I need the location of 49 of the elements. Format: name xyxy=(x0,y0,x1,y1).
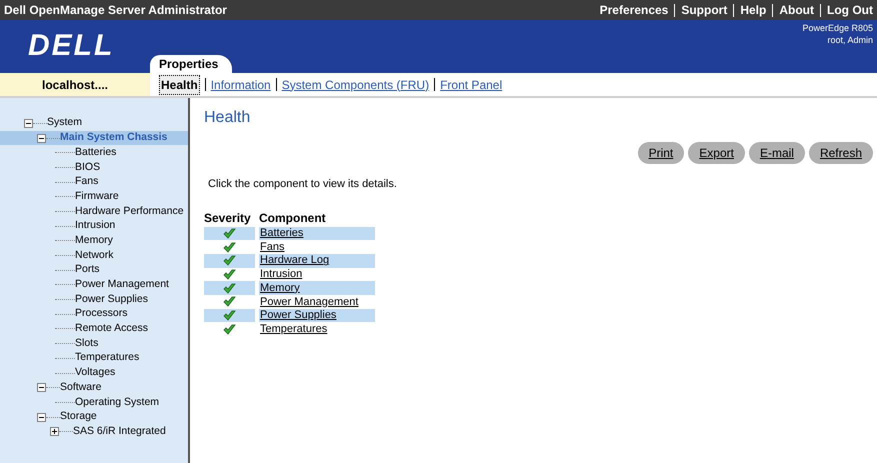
tree-item[interactable]: Power Supplies xyxy=(75,292,148,308)
user-name: root, Admin xyxy=(827,34,873,46)
tree-item[interactable]: BIOS xyxy=(75,160,100,176)
collapse-icon[interactable] xyxy=(37,134,46,143)
tree-item[interactable]: Operating System xyxy=(75,394,160,410)
subtab[interactable]: Health xyxy=(159,74,200,94)
tree-item[interactable]: Hardware Performance xyxy=(75,204,184,220)
tree-item[interactable]: Voltages xyxy=(75,365,116,381)
host-name[interactable]: localhost.... xyxy=(42,76,108,94)
action-button[interactable]: Refresh xyxy=(808,142,873,164)
tree-item[interactable]: System xyxy=(47,115,82,132)
subtab[interactable]: Front Panel xyxy=(440,76,502,94)
window-title: Dell OpenManage Server Administrator xyxy=(4,2,227,19)
tree-item[interactable]: Ports xyxy=(75,262,100,278)
tree-item[interactable]: Intrusion xyxy=(75,218,116,234)
instructions: Click the component to view its details. xyxy=(208,177,398,192)
action-button[interactable]: E-mail xyxy=(748,142,805,164)
tree-item[interactable]: Slots xyxy=(75,336,98,352)
subtab[interactable]: System Components (FRU) xyxy=(282,76,430,94)
column-header: Component xyxy=(259,210,326,226)
tree-item[interactable]: Fans xyxy=(75,174,98,190)
top-link[interactable]: Preferences xyxy=(600,1,668,19)
tree-item[interactable]: Memory xyxy=(75,232,113,249)
tree-item[interactable]: SAS 6/iR Integrated xyxy=(73,424,166,440)
tree-item[interactable]: Software xyxy=(60,380,102,396)
top-link[interactable]: Help xyxy=(740,1,766,19)
column-header: Severity xyxy=(204,210,252,226)
logo: DELL xyxy=(28,28,114,64)
collapse-icon[interactable] xyxy=(24,118,33,128)
page-title: Health xyxy=(204,108,252,128)
properties-tab[interactable]: Properties xyxy=(150,55,232,73)
action-button[interactable]: Export xyxy=(688,142,745,164)
tree-item[interactable]: Firmware xyxy=(75,188,119,205)
expand-icon[interactable] xyxy=(50,427,59,436)
tree-item[interactable]: Network xyxy=(75,248,114,264)
tree-item[interactable]: Storage xyxy=(60,409,97,425)
server-model: PowerEdge R805 xyxy=(802,22,873,34)
top-link[interactable]: Support xyxy=(681,1,728,19)
collapse-icon[interactable] xyxy=(37,383,46,392)
collapse-icon[interactable] xyxy=(37,412,46,422)
action-button[interactable]: Print xyxy=(638,142,684,164)
tree-item[interactable]: Remote Access xyxy=(75,321,148,337)
tree-item[interactable]: Processors xyxy=(75,306,128,322)
tree-item[interactable]: Temperatures xyxy=(75,350,140,366)
tree-item[interactable]: Batteries xyxy=(75,144,116,161)
top-link[interactable]: About xyxy=(779,1,814,19)
top-link[interactable]: Log Out xyxy=(827,1,873,19)
tree-item[interactable]: Power Management xyxy=(75,277,169,293)
subtab[interactable]: Information xyxy=(210,76,271,94)
